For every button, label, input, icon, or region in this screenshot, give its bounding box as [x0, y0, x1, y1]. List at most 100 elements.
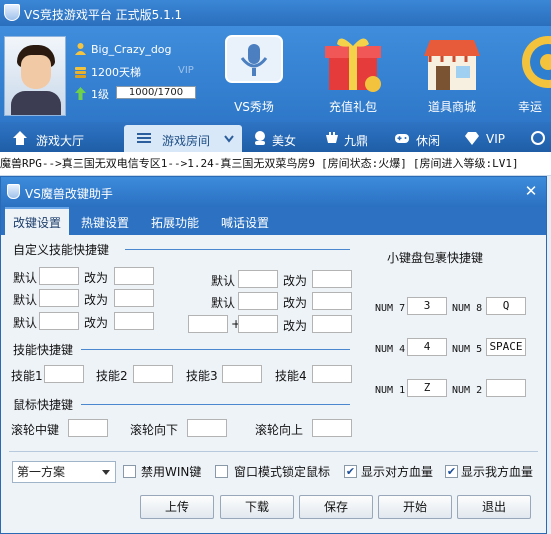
custom-skill-header: 自定义技能快捷键: [13, 243, 110, 257]
tab-shout[interactable]: 喊话设置: [213, 207, 277, 235]
room-breadcrumb: 魔兽RPG-->真三国无双电信专区1-->1.24-真三国无双菜鸟房9 [房间状态…: [0, 152, 551, 176]
skill-1-label: 技能1: [11, 369, 43, 383]
custom-key-change-4[interactable]: [312, 270, 352, 288]
disable-win-key-checkbox[interactable]: [123, 465, 136, 478]
num1-input[interactable]: Z: [407, 379, 447, 397]
num2-input[interactable]: [486, 379, 526, 397]
disable-win-key-label: 禁用WIN键: [141, 465, 202, 479]
combo-key-1[interactable]: [188, 315, 228, 333]
vip-badge[interactable]: VIP: [178, 65, 194, 76]
lucky-label: 幸运: [518, 100, 543, 114]
beauty-icon: [255, 131, 265, 145]
user-name: Big_Crazy_dog: [91, 43, 172, 56]
combo-key-2[interactable]: [238, 315, 278, 333]
app-logo-icon: [4, 4, 20, 21]
gift-box-icon: [325, 38, 381, 92]
custom-key-default-3[interactable]: [39, 312, 79, 330]
show-enemy-hp-label: 显示对方血量: [361, 465, 434, 479]
room-path[interactable]: 魔兽RPG-->真三国无双电信专区1-->1.24-真三国无双菜鸟房9: [0, 157, 315, 170]
key-remap-dialog: VS魔兽改键助手 ✕ 改键设置 热键设置 拓展功能 喊话设置 自定义技能快捷键 …: [0, 176, 547, 534]
combo-key-change[interactable]: [312, 315, 352, 333]
scheme-value: 第一方案: [17, 465, 66, 479]
num4-input[interactable]: 4: [407, 338, 447, 356]
item-mall-label: 道具商城: [427, 100, 476, 114]
custom-key-default-5[interactable]: [238, 292, 278, 310]
chevron-down-icon: [102, 470, 110, 475]
item-mall-button[interactable]: 道具商城: [412, 30, 492, 120]
save-button[interactable]: 保存: [299, 495, 373, 519]
custom-key-default-4[interactable]: [238, 270, 278, 288]
chevron-down-icon: [224, 135, 234, 143]
vs-show-button[interactable]: VS秀场: [214, 30, 294, 120]
change-label: 改为: [283, 296, 308, 310]
show-enemy-hp-checkbox[interactable]: ✔: [344, 465, 357, 478]
custom-key-default-2[interactable]: [39, 289, 79, 307]
download-button[interactable]: 下载: [220, 495, 294, 519]
background-strip: [547, 176, 551, 534]
custom-key-change-2[interactable]: [114, 289, 154, 307]
coin-stack-icon: [75, 67, 86, 78]
user-icon: [75, 43, 86, 55]
default-label: 默认: [211, 296, 236, 310]
change-label: 改为: [84, 271, 109, 285]
skill-header: 技能快捷键: [13, 343, 74, 357]
custom-key-change-3[interactable]: [114, 312, 154, 330]
exit-button[interactable]: 退出: [457, 495, 531, 519]
tab-game-lobby[interactable]: 游戏大厅: [8, 125, 118, 152]
scheme-select[interactable]: 第一方案: [12, 461, 116, 483]
tab-beauty[interactable]: 美女: [250, 125, 306, 152]
num5-input[interactable]: SPACE: [486, 338, 526, 356]
skill-4-input[interactable]: [312, 365, 352, 383]
start-button[interactable]: 开始: [378, 495, 452, 519]
tab-jiuding[interactable]: 九鼎: [322, 125, 378, 152]
main-nav: 游戏大厅 游戏房间 美女 九鼎 休闲 VIP: [0, 122, 551, 152]
lucky-button[interactable]: 幸运: [508, 30, 551, 120]
default-label: 默认: [13, 293, 38, 307]
num7-label: NUM 7: [375, 303, 406, 314]
exp-progress-text: 1000/1700: [128, 87, 184, 98]
tab-key-remap[interactable]: 改键设置: [5, 207, 69, 235]
user-level-row: 1级: [74, 86, 109, 102]
vs-show-label: VS秀场: [234, 100, 274, 114]
show-ally-hp-checkbox[interactable]: ✔: [445, 465, 458, 478]
skill-1-input[interactable]: [44, 365, 84, 383]
custom-key-change-1[interactable]: [114, 267, 154, 285]
tab-game-room[interactable]: 游戏房间: [124, 125, 242, 152]
dialog-titlebar[interactable]: VS魔兽改键助手 ✕: [1, 177, 546, 207]
wheel-middle-input[interactable]: [68, 419, 108, 437]
skill-4-label: 技能4: [275, 369, 307, 383]
tab-extensions[interactable]: 拓展功能: [143, 207, 207, 235]
app-titlebar: VS竞技游戏平台 正式版5.1.1: [0, 0, 551, 26]
upload-button[interactable]: 上传: [140, 495, 214, 519]
dialog-tabs: 改键设置 热键设置 拓展功能 喊话设置: [1, 207, 546, 235]
custom-key-change-5[interactable]: [312, 292, 352, 310]
num7-input[interactable]: 3: [407, 297, 447, 315]
room-status: [房间状态:火爆]: [320, 157, 407, 170]
tab-hotkeys[interactable]: 热键设置: [73, 207, 137, 235]
dialog-title: VS魔兽改键助手: [25, 187, 113, 201]
tab-casual[interactable]: 休闲: [392, 125, 448, 152]
custom-key-default-1[interactable]: [39, 267, 79, 285]
change-label: 改为: [283, 274, 308, 288]
gamepad-icon: [395, 134, 409, 143]
tab-vip[interactable]: VIP: [462, 125, 518, 152]
skill-3-input[interactable]: [222, 365, 262, 383]
recharge-gift-button[interactable]: 充值礼包: [313, 30, 393, 120]
avatar[interactable]: [4, 36, 66, 116]
more-icon: [531, 131, 545, 145]
close-icon[interactable]: ✕: [522, 182, 540, 200]
tab-more[interactable]: [528, 125, 551, 152]
lock-mouse-checkbox[interactable]: [215, 465, 228, 478]
wheel-down-input[interactable]: [187, 419, 227, 437]
dialog-logo-icon: [7, 184, 20, 199]
list-icon: [137, 133, 151, 143]
microphone-tv-icon: [225, 35, 283, 83]
num1-label: NUM 1: [375, 385, 406, 396]
num8-input[interactable]: Q: [486, 297, 526, 315]
wheel-up-input[interactable]: [312, 419, 352, 437]
num5-label: NUM 5: [452, 344, 483, 355]
change-label: 改为: [84, 316, 109, 330]
default-label: 默认: [211, 274, 236, 288]
num2-label: NUM 2: [452, 385, 483, 396]
skill-2-input[interactable]: [133, 365, 173, 383]
